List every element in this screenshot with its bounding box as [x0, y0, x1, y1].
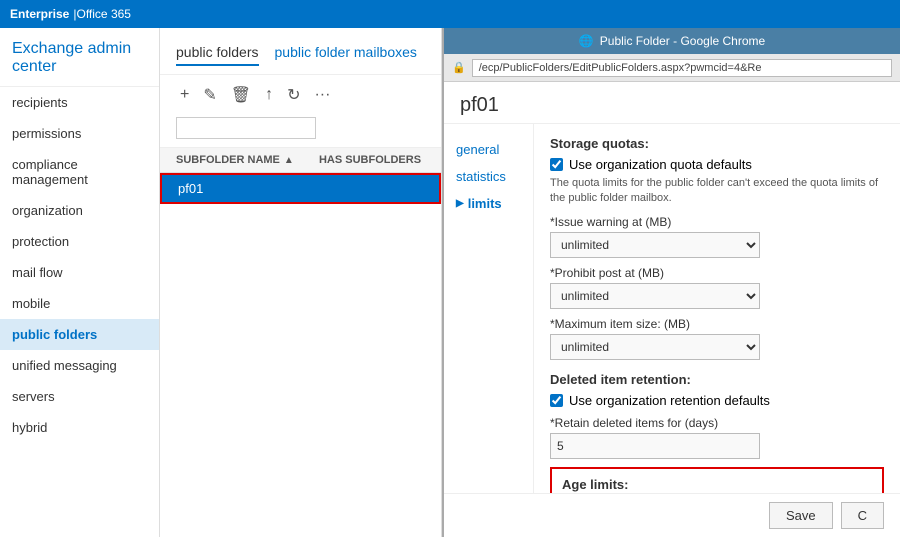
use-org-quota-label: Use organization quota defaults: [569, 157, 752, 172]
sidebar-item-protection[interactable]: protection: [0, 226, 159, 257]
sidebar-item-public-folders[interactable]: public folders: [0, 319, 159, 350]
lock-icon: 🔒: [452, 61, 466, 74]
deleted-retention-label: Deleted item retention:: [550, 372, 884, 387]
pf-nav: general statistics ▶ limits: [444, 124, 534, 493]
col-has-subfolders-header: HAS SUBFOLDERS: [315, 154, 425, 166]
issue-warning-select[interactable]: unlimited: [550, 232, 760, 258]
quota-note: The quota limits for the public folder c…: [550, 176, 884, 207]
sidebar-item-unified-messaging[interactable]: unified messaging: [0, 350, 159, 381]
browser-title-icon: 🌐: [579, 34, 594, 48]
sidebar: Exchange admin center recipients permiss…: [0, 28, 160, 537]
content-header: public folders public folder mailboxes: [160, 28, 441, 75]
sidebar-item-permissions[interactable]: permissions: [0, 118, 159, 149]
sidebar-item-recipients[interactable]: recipients: [0, 87, 159, 118]
tab-public-folder-mailboxes[interactable]: public folder mailboxes: [275, 44, 417, 66]
sidebar-item-mobile[interactable]: mobile: [0, 288, 159, 319]
browser-content: pf01 general statistics ▶ limits Storage…: [444, 82, 900, 537]
max-item-label: *Maximum item size: (MB): [550, 317, 884, 331]
refresh-button[interactable]: ↻: [283, 83, 304, 107]
use-org-quota-row: Use organization quota defaults: [550, 157, 884, 172]
age-limits-box: Age limits: Use organization age limit d…: [550, 467, 884, 493]
tab-public-folders[interactable]: public folders: [176, 44, 259, 66]
browser-titlebar: 🌐 Public Folder - Google Chrome: [444, 28, 900, 54]
sidebar-item-hybrid[interactable]: hybrid: [0, 412, 159, 443]
prohibit-post-select[interactable]: unlimited: [550, 283, 760, 309]
toolbar: + ✎ 🗑 ↑ ↻ ···: [160, 75, 441, 148]
main-container: Exchange admin center recipients permiss…: [0, 28, 900, 537]
pf-form: Storage quotas: Use organization quota d…: [534, 124, 900, 493]
nav-arrow-icon: ▶: [456, 198, 464, 209]
table-row[interactable]: pf01: [160, 173, 441, 204]
table-header: SUBFOLDER NAME ▲ HAS SUBFOLDERS: [160, 148, 441, 173]
pf-nav-general[interactable]: general: [444, 136, 533, 163]
sidebar-item-organization[interactable]: organization: [0, 195, 159, 226]
storage-quotas-label: Storage quotas:: [550, 136, 884, 151]
add-button[interactable]: +: [176, 84, 193, 106]
pf-body: general statistics ▶ limits Storage quot…: [444, 124, 900, 493]
save-button[interactable]: Save: [769, 502, 833, 529]
browser-title-text: Public Folder - Google Chrome: [600, 34, 765, 48]
enterprise-label: Enterprise: [10, 7, 69, 21]
pf-nav-limits[interactable]: ▶ limits: [444, 190, 533, 217]
retain-days-label: *Retain deleted items for (days): [550, 416, 884, 430]
more-button[interactable]: ···: [310, 84, 334, 106]
up-button[interactable]: ↑: [261, 84, 277, 106]
sidebar-item-compliance[interactable]: compliance management: [0, 149, 159, 195]
browser-footer: Save C: [444, 493, 900, 537]
cancel-button[interactable]: C: [841, 502, 884, 529]
max-item-select[interactable]: unlimited: [550, 334, 760, 360]
content-panel: public folders public folder mailboxes +…: [160, 28, 442, 537]
sort-arrow-icon: ▲: [284, 155, 294, 166]
issue-warning-label: *Issue warning at (MB): [550, 215, 884, 229]
address-text[interactable]: /ecp/PublicFolders/EditPublicFolders.asp…: [472, 59, 892, 77]
sidebar-item-mail-flow[interactable]: mail flow: [0, 257, 159, 288]
toolbar-search-wrap: + ✎ 🗑 ↑ ↻ ···: [176, 83, 425, 139]
browser-window: 🌐 Public Folder - Google Chrome 🔒 /ecp/P…: [442, 28, 900, 537]
use-org-retention-checkbox[interactable]: [550, 394, 563, 407]
use-org-retention-row: Use organization retention defaults: [550, 393, 884, 408]
use-org-quota-checkbox[interactable]: [550, 158, 563, 171]
edit-button[interactable]: ✎: [199, 83, 220, 107]
search-input[interactable]: [176, 117, 316, 139]
use-org-retention-label: Use organization retention defaults: [569, 393, 770, 408]
office365-label: Office 365: [76, 7, 130, 21]
pf-header: pf01: [444, 82, 900, 124]
col-subfolder-name-header: SUBFOLDER NAME ▲: [176, 154, 315, 166]
delete-button[interactable]: 🗑: [227, 83, 255, 107]
retain-days-input[interactable]: [550, 433, 760, 459]
top-bar: Enterprise | Office 365: [0, 0, 900, 28]
browser-addressbar: 🔒 /ecp/PublicFolders/EditPublicFolders.a…: [444, 54, 900, 82]
folder-name-cell: pf01: [178, 181, 313, 196]
sidebar-title: Exchange admin center: [0, 28, 159, 87]
pf-nav-statistics[interactable]: statistics: [444, 163, 533, 190]
prohibit-post-label: *Prohibit post at (MB): [550, 266, 884, 280]
age-limits-label: Age limits:: [562, 477, 872, 492]
sidebar-item-servers[interactable]: servers: [0, 381, 159, 412]
